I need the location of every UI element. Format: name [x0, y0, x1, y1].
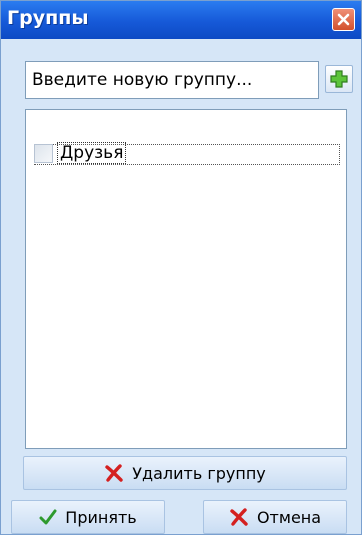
window-title: Группы	[7, 7, 89, 29]
groups-dialog: Группы Друзья Удалить группу Принять	[0, 0, 362, 535]
delete-group-label: Удалить группу	[132, 463, 266, 483]
close-button[interactable]	[332, 8, 355, 31]
plus-icon	[330, 70, 348, 88]
title-bar[interactable]: Группы	[1, 1, 361, 39]
group-label[interactable]: Друзья	[56, 142, 127, 164]
cancel-button[interactable]: Отмена	[203, 500, 347, 534]
groups-list[interactable]: Друзья	[25, 109, 347, 449]
add-group-button[interactable]	[325, 65, 353, 93]
new-group-input[interactable]	[26, 62, 318, 98]
red-x-icon	[105, 464, 123, 482]
accept-label: Принять	[65, 507, 137, 527]
cancel-label: Отмена	[256, 507, 322, 527]
group-checkbox[interactable]	[34, 144, 53, 163]
red-x-icon	[230, 508, 248, 526]
close-icon	[337, 13, 350, 26]
delete-group-button[interactable]: Удалить группу	[23, 456, 347, 490]
green-check-icon	[39, 509, 57, 525]
accept-button[interactable]: Принять	[11, 500, 165, 534]
new-group-field[interactable]	[25, 61, 319, 99]
